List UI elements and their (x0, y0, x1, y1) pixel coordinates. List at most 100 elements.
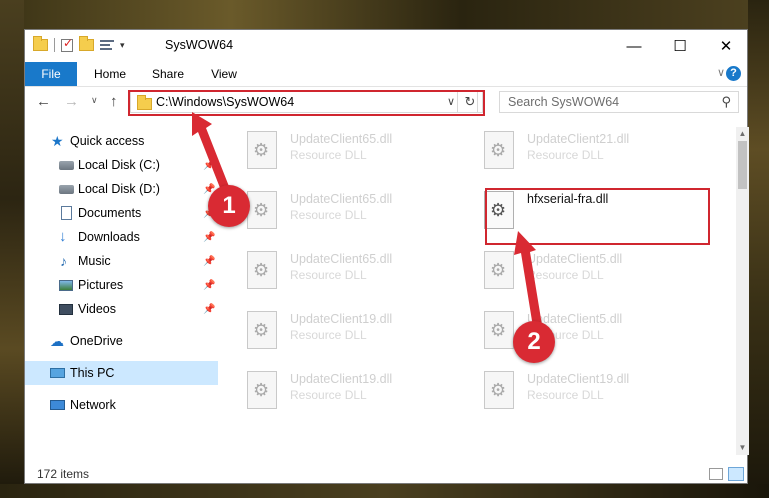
dll-file-icon (247, 371, 277, 409)
disk-icon (59, 161, 74, 170)
dll-file-icon (247, 251, 277, 289)
sidebar-item-music[interactable]: ♪ Music 📌 (25, 249, 218, 273)
pin-icon: 📌 (203, 231, 216, 243)
customize-toolbar-button[interactable]: ▾ (120, 40, 125, 51)
file-name: UpdateClient19.dll (290, 312, 393, 326)
recent-locations-button[interactable]: ∨ (91, 95, 98, 106)
scroll-down-button[interactable]: ▼ (736, 441, 749, 455)
up-button[interactable]: ↑ (110, 93, 118, 110)
search-box[interactable]: Search SysWOW64 ⚲ (499, 91, 739, 113)
file-item[interactable]: UpdateClient19.dll Resource DLL (247, 309, 477, 361)
close-button[interactable]: ✕ (703, 30, 749, 62)
sidebar-item-label: Documents (78, 206, 142, 220)
pin-icon: 📌 (203, 255, 216, 267)
file-name: UpdateClient65.dll (290, 132, 393, 146)
search-icon[interactable]: ⚲ (721, 94, 731, 110)
title-bar: ▾ SysWOW64 — ☐ ✕ (25, 30, 747, 62)
dll-file-icon (484, 251, 514, 289)
sidebar-item-label: Network (70, 398, 116, 412)
sidebar-item-local-disk-c[interactable]: Local Disk (C:) 📌 (25, 153, 218, 177)
star-icon: ★ (51, 133, 64, 149)
sidebar-item-this-pc[interactable]: This PC (25, 361, 218, 385)
file-item[interactable]: UpdateClient21.dll Resource DLL (484, 129, 714, 181)
sidebar-item-network[interactable]: Network (25, 393, 218, 417)
minimize-button[interactable]: — (611, 30, 657, 62)
dll-file-icon (484, 311, 514, 349)
expand-ribbon-icon[interactable]: ∨ (717, 66, 725, 79)
forward-button[interactable]: → (64, 93, 79, 110)
sidebar-item-label: Downloads (78, 230, 140, 244)
desktop-background-top (0, 0, 769, 29)
tab-file[interactable]: File (25, 62, 77, 86)
file-name: UpdateClient19.dll (290, 372, 393, 386)
download-icon: ↓ (59, 228, 67, 245)
sidebar-item-label: Local Disk (C:) (78, 158, 160, 172)
file-explorer-window: ▾ SysWOW64 — ☐ ✕ File Home Share View ∨ … (24, 29, 749, 484)
tab-home[interactable]: Home (85, 62, 135, 86)
file-name: UpdateClient19.dll (527, 372, 630, 386)
help-icon[interactable]: ? (726, 66, 741, 81)
details-view-icon[interactable] (709, 468, 723, 480)
music-icon: ♪ (60, 253, 67, 269)
file-item[interactable]: UpdateClient5.dll Resource DLL (484, 249, 714, 301)
documents-icon (61, 206, 72, 220)
sidebar-item-downloads[interactable]: ↓ Downloads 📌 (25, 225, 218, 249)
file-type: Resource DLL (290, 328, 367, 342)
file-type: Resource DLL (527, 268, 604, 282)
file-type: Resource DLL (290, 268, 367, 282)
sidebar-item-local-disk-d[interactable]: Local Disk (D:) 📌 (25, 177, 218, 201)
sidebar-item-label: Local Disk (D:) (78, 182, 160, 196)
file-name: UpdateClient65.dll (290, 192, 393, 206)
file-item[interactable]: UpdateClient65.dll Resource DLL (247, 189, 477, 241)
file-item[interactable]: UpdateClient19.dll Resource DLL (484, 369, 714, 421)
file-item[interactable]: UpdateClient19.dll Resource DLL (247, 369, 477, 421)
desktop-background-bottom (0, 484, 769, 498)
sidebar-item-label: Pictures (78, 278, 124, 292)
customize-view-icon[interactable] (100, 39, 114, 51)
large-icons-view-icon[interactable] (728, 467, 744, 481)
dll-file-icon (247, 311, 277, 349)
tab-share[interactable]: Share (143, 62, 193, 86)
properties-check-icon[interactable] (61, 36, 73, 52)
toolbar-separator (54, 38, 55, 52)
ribbon: File Home Share View ∨ ? (25, 62, 747, 87)
file-type: Resource DLL (527, 148, 604, 162)
sidebar-item-onedrive[interactable]: ☁ OneDrive (25, 329, 218, 353)
desktop-background-right (748, 0, 769, 498)
dll-file-icon (484, 371, 514, 409)
scroll-thumb[interactable] (738, 141, 747, 189)
sidebar-item-label: This PC (70, 366, 115, 380)
sidebar-item-label: Music (78, 254, 111, 268)
file-name: UpdateClient21.dll (527, 132, 630, 146)
scroll-up-button[interactable]: ▲ (736, 127, 749, 141)
dll-file-icon (247, 191, 277, 229)
item-count: 172 items (37, 467, 90, 481)
file-item[interactable]: UpdateClient65.dll Resource DLL (247, 129, 477, 181)
sidebar-item-videos[interactable]: Videos 📌 (25, 297, 218, 321)
file-list: UpdateClient65.dll Resource DLL UpdateCl… (218, 127, 736, 457)
pin-icon: 📌 (203, 159, 216, 171)
search-placeholder: Search SysWOW64 (508, 95, 620, 109)
file-name: UpdateClient5.dll (527, 252, 623, 266)
callout-2: 2 (513, 321, 555, 363)
sidebar-item-documents[interactable]: Documents 📌 (25, 201, 218, 225)
videos-icon (59, 304, 73, 315)
cloud-icon: ☁ (50, 333, 64, 349)
callout-1: 1 (208, 185, 250, 227)
vertical-scrollbar[interactable]: ▲ ▼ (736, 127, 749, 455)
network-icon (50, 400, 65, 410)
sidebar-item-label: Quick access (70, 134, 145, 148)
disk-icon (59, 185, 74, 194)
new-folder-icon[interactable] (79, 36, 94, 51)
file-item[interactable]: UpdateClient65.dll Resource DLL (247, 249, 477, 301)
computer-icon (50, 368, 65, 378)
back-button[interactable]: ← (36, 93, 51, 110)
sidebar-item-quick-access[interactable]: ★ Quick access (25, 129, 218, 153)
maximize-button[interactable]: ☐ (657, 30, 703, 62)
tab-view[interactable]: View (199, 62, 249, 86)
sidebar-item-pictures[interactable]: Pictures 📌 (25, 273, 218, 297)
file-type: Resource DLL (527, 388, 604, 402)
window-title: SysWOW64 (165, 38, 234, 52)
address-highlight-box (128, 90, 485, 116)
navigation-pane: ★ Quick access Local Disk (C:) 📌 Local D… (25, 127, 218, 457)
